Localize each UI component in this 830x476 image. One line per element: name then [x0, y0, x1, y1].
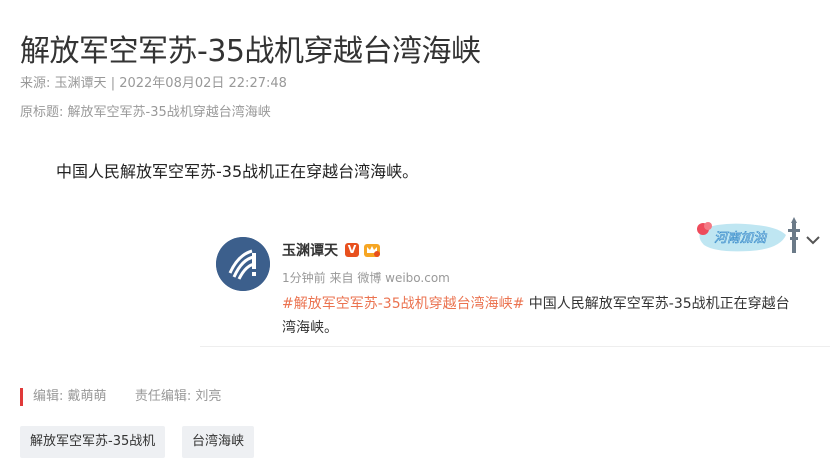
article-paragraph: 中国人民解放军空军苏-35战机正在穿越台湾海峡。 [56, 162, 419, 181]
source-label: 来源: [20, 76, 51, 91]
henan-jiayou-sticker: 河南加油 [694, 217, 806, 257]
editor-info: 编辑: 戴萌萌 责任编辑: 刘亮 [20, 388, 221, 406]
article-title: 解放军空军苏-35战机穿越台湾海峡 [20, 34, 481, 70]
weibo-topic-link[interactable]: #解放军空军苏-35战机穿越台湾海峡# [282, 296, 524, 312]
publish-datetime: 2022年08月02日 22:27:48 [119, 76, 287, 91]
original-title-row: 原标题: 解放军空军苏-35战机穿越台湾海峡 [20, 101, 271, 120]
editor-label: 编辑: [33, 389, 64, 404]
article-meta: 来源: 玉渊谭天 | 2022年08月02日 22:27:48 [20, 72, 287, 91]
crown-badge-icon [363, 241, 381, 258]
verified-badge-icon: V [345, 243, 359, 257]
original-title-label: 原标题: [20, 105, 64, 120]
weibo-post-text: #解放军空军苏-35战机穿越台湾海峡# 中国人民解放军空军苏-35战机正在穿越台… [282, 292, 802, 340]
source-link[interactable]: 玉渊谭天 [55, 76, 107, 91]
editor-name: 戴萌萌 [67, 389, 107, 404]
meta-separator: | [110, 76, 116, 91]
weibo-post-meta: 1分钟前 来自 微博 weibo.com [282, 269, 450, 286]
original-title: 解放军空军苏-35战机穿越台湾海峡 [67, 105, 271, 120]
sticker-text: 河南加油 [714, 231, 768, 246]
avatar-icon[interactable] [216, 237, 270, 291]
chevron-down-icon[interactable] [804, 232, 822, 246]
post-time: 1分钟前 [282, 271, 326, 285]
tag-button[interactable]: 解放军空军苏-35战机 [20, 426, 166, 458]
chief-editor-label: 责任编辑: [134, 389, 192, 404]
chief-editor-name: 刘亮 [195, 389, 222, 404]
from-label: 来自 [329, 271, 354, 285]
post-source: 微博 weibo.com [357, 271, 450, 285]
weibo-author-link[interactable]: 玉渊谭天 [282, 240, 338, 260]
tag-button[interactable]: 台湾海峡 [182, 426, 255, 458]
